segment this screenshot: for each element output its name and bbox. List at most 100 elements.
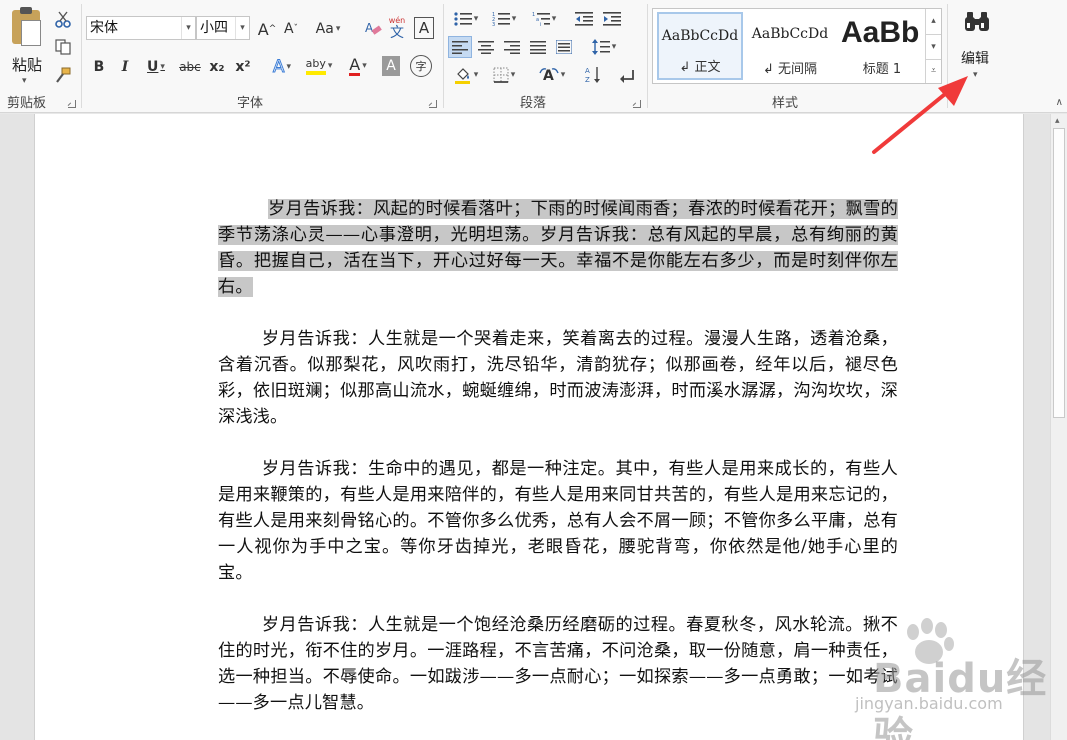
format-painter-button[interactable] <box>52 64 74 86</box>
subscript-button[interactable]: x₂ <box>206 56 228 78</box>
font-dialog-launcher[interactable] <box>429 100 437 108</box>
numbering-button[interactable]: 123 <box>486 8 522 30</box>
svg-text:a: a <box>536 17 539 23</box>
superscript-button[interactable]: x² <box>232 56 254 78</box>
svg-text:A: A <box>585 67 590 75</box>
align-center-button[interactable] <box>474 36 498 58</box>
bullets-button[interactable] <box>448 8 484 30</box>
paste-button[interactable]: 粘贴 ▾ <box>4 6 48 96</box>
character-border-button[interactable]: A <box>414 17 434 39</box>
svg-text:A: A <box>543 68 554 83</box>
character-shading-button[interactable]: A <box>382 56 400 76</box>
clipboard-group: 粘贴 ▾ 剪贴板 <box>0 0 80 113</box>
sort-button[interactable]: AZ <box>582 64 606 86</box>
paste-dropdown-icon[interactable]: ▾ <box>22 76 27 86</box>
editing-button[interactable]: 编辑 ▾ <box>952 4 1002 88</box>
style-normal[interactable]: AaBbCcDd ↲ 正文 <box>657 12 743 80</box>
chinese-layout-icon: A <box>539 68 559 83</box>
style-heading-1-name: 标题 1 <box>862 62 902 77</box>
align-left-button[interactable] <box>448 36 472 58</box>
line-spacing-icon <box>591 39 610 55</box>
document-page[interactable]: 岁月告诉我：风起的时候看落叶；下雨的时候闻雨香；春浓的时候看花开；飘雪的季节荡涤… <box>34 114 1024 740</box>
svg-text:1: 1 <box>532 12 535 18</box>
svg-text:i: i <box>540 22 541 27</box>
distributed-button[interactable] <box>552 36 576 58</box>
vertical-scrollbar[interactable]: ▴ <box>1050 114 1067 740</box>
grow-font-button[interactable]: A ^ <box>256 18 278 40</box>
font-name-combo[interactable]: 宋体 ▾ <box>86 16 196 40</box>
paragraph-group: 123 1ai <box>444 0 646 113</box>
font-name-dropdown-icon[interactable]: ▾ <box>181 17 195 39</box>
font-color-button[interactable]: A <box>342 54 374 78</box>
style-heading-1-sample: AaBb <box>841 16 920 49</box>
collapse-ribbon-icon[interactable]: ∧ <box>1056 97 1063 108</box>
scroll-up-icon[interactable]: ▴ <box>1055 116 1060 126</box>
increase-indent-button[interactable] <box>600 8 624 30</box>
align-center-icon <box>478 41 494 54</box>
align-right-icon <box>504 41 520 54</box>
align-right-button[interactable] <box>500 36 524 58</box>
style-no-spacing-sample: AaBbCcDd <box>751 26 829 42</box>
chinese-layout-button[interactable]: A <box>534 64 570 86</box>
borders-button[interactable] <box>486 64 522 86</box>
text-effects-button[interactable]: A <box>266 56 298 78</box>
styles-gallery: AaBbCcDd ↲ 正文 AaBbCcDd ↲ 无间隔 AaBb 标题 1 ▴… <box>652 8 942 84</box>
paragraph-3[interactable]: 岁月告诉我：生命中的遇见，都是一种注定。其中，有些人是用来成长的，有些人是用来鞭… <box>218 456 898 586</box>
svg-text:A: A <box>365 21 374 35</box>
style-no-spacing-name: ↲ 无间隔 <box>762 62 818 77</box>
phonetic-guide-button[interactable]: wén 文 <box>386 16 408 42</box>
align-left-icon <box>452 41 468 54</box>
multilevel-list-button[interactable]: 1ai <box>526 8 562 30</box>
enclose-characters-button[interactable]: 字 <box>410 55 432 77</box>
shading-button[interactable] <box>448 64 484 86</box>
strikethrough-button[interactable]: abc <box>176 56 204 78</box>
document-canvas: 岁月告诉我：风起的时候看落叶；下雨的时候闻雨香；春浓的时候看花开；飘雪的季节荡涤… <box>0 114 1067 740</box>
font-name-value: 宋体 <box>90 20 118 36</box>
ribbon: 粘贴 ▾ 剪贴板 宋体 ▾ 小四 ▾ A ^ A ˇ Aa ▾ A wén 文 … <box>0 0 1067 113</box>
styles-more[interactable]: ⩡ <box>925 59 941 83</box>
show-marks-button[interactable] <box>616 64 640 86</box>
highlight-color-button[interactable]: aby <box>302 54 336 78</box>
italic-button[interactable]: I <box>114 56 136 78</box>
underline-button[interactable]: U <box>140 56 172 78</box>
font-group-label: 字体 <box>237 96 264 111</box>
font-size-combo[interactable]: 小四 ▾ <box>196 16 250 40</box>
paragraph-2[interactable]: 岁月告诉我：人生就是一个哭着走来，笑着离去的过程。漫漫人生路，透着沧桑，含着沉香… <box>218 326 898 430</box>
line-spacing-button[interactable] <box>586 36 622 58</box>
styles-group-label: 样式 <box>772 96 799 111</box>
cut-button[interactable] <box>52 8 74 30</box>
multilevel-list-icon: 1ai <box>532 12 550 27</box>
style-no-spacing[interactable]: AaBbCcDd ↲ 无间隔 <box>745 12 835 80</box>
decrease-indent-icon <box>575 12 593 26</box>
svg-text:Z: Z <box>585 76 590 84</box>
copy-button[interactable] <box>52 36 74 58</box>
font-size-dropdown-icon[interactable]: ▾ <box>235 17 249 39</box>
styles-scroll-down[interactable]: ▾ <box>925 34 941 59</box>
bold-button[interactable]: B <box>88 56 110 78</box>
editing-dropdown-icon: ▾ <box>973 70 978 80</box>
selected-text: 岁月告诉我：风起的时候看落叶；下雨的时候闻雨香；春浓的时候看花开；飘雪的季节荡涤… <box>218 199 898 297</box>
style-normal-sample: AaBbCcDd <box>661 28 739 44</box>
scrollbar-thumb[interactable] <box>1053 128 1065 418</box>
font-group: 宋体 ▾ 小四 ▾ A^ Aˇ Aa A wén 文 A <box>82 0 442 113</box>
paragraph-dialog-launcher[interactable] <box>633 100 641 108</box>
clipboard-dialog-launcher[interactable] <box>68 100 76 108</box>
styles-scroll-up[interactable]: ▴ <box>925 9 941 34</box>
change-case-button[interactable]: Aa <box>310 18 346 40</box>
shrink-font-button[interactable]: Aˇ <box>280 18 302 40</box>
paragraph-group-label: 段落 <box>520 96 547 111</box>
eraser-icon: A <box>365 21 382 35</box>
style-normal-name: ↲ 正文 <box>679 60 721 75</box>
distributed-icon <box>556 40 572 54</box>
increase-indent-icon <box>603 12 621 26</box>
justify-button[interactable] <box>526 36 550 58</box>
clear-formatting-button[interactable]: A <box>362 18 384 40</box>
justify-icon <box>530 41 546 54</box>
style-heading-1[interactable]: AaBb 标题 1 <box>837 12 927 80</box>
copy-icon <box>55 39 71 55</box>
paragraph-4[interactable]: 岁月告诉我：人生就是一个饱经沧桑历经磨砺的过程。春夏秋冬，风水轮流。揪不住的时光… <box>218 612 898 716</box>
decrease-indent-button[interactable] <box>572 8 596 30</box>
binoculars-icon <box>964 10 990 34</box>
paragraph-1-selected[interactable]: 岁月告诉我：风起的时候看落叶；下雨的时候闻雨香；春浓的时候看花开；飘雪的季节荡涤… <box>218 196 898 300</box>
clipboard-group-label: 剪贴板 <box>7 96 47 111</box>
